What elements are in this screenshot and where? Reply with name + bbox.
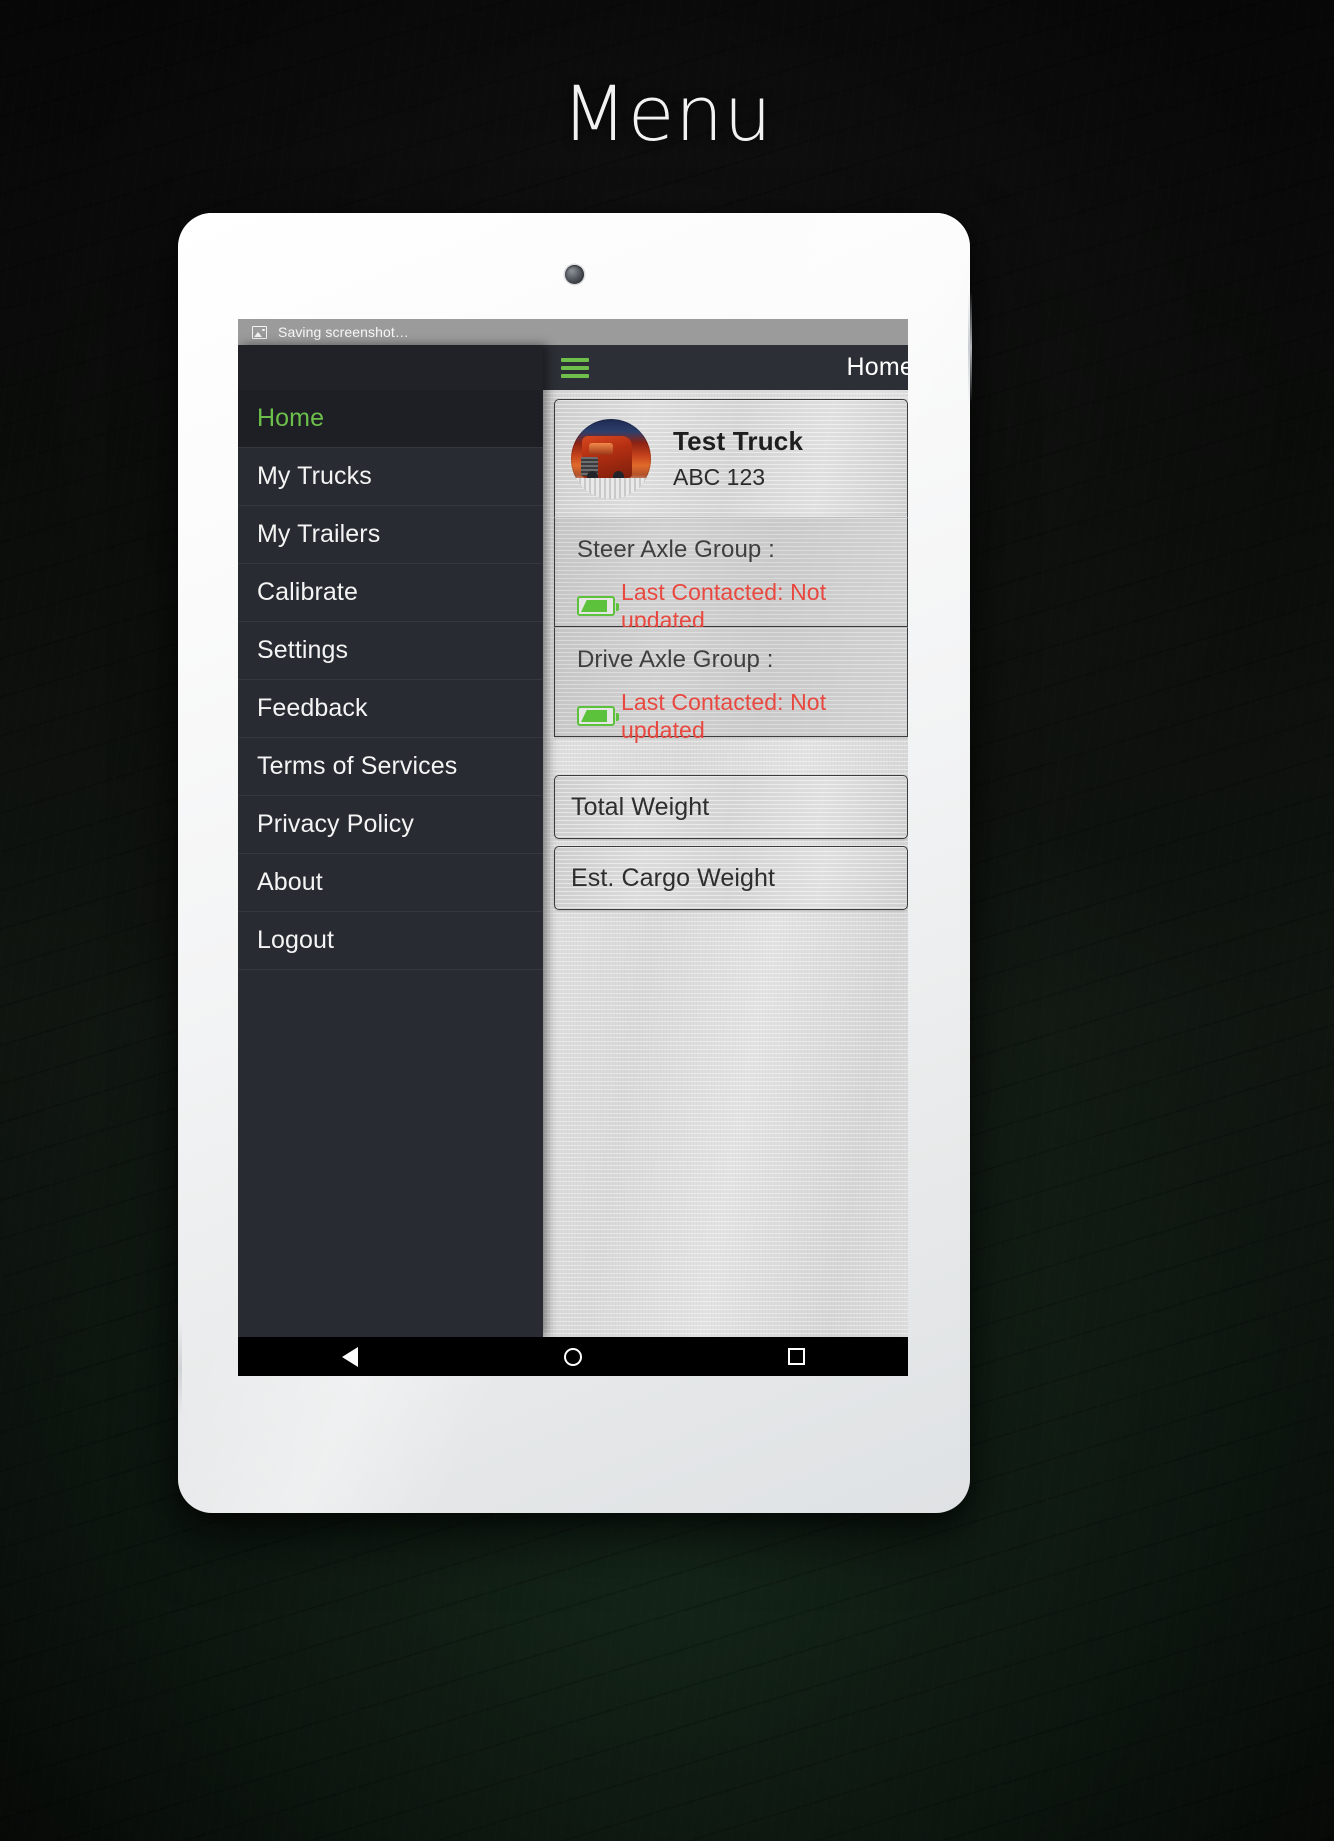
- back-triangle-icon: [341, 1346, 358, 1367]
- total-weight-card[interactable]: Total Weight: [554, 775, 908, 839]
- battery-icon: [577, 596, 619, 616]
- truck-name: Test Truck: [673, 426, 804, 456]
- sidebar-item-calibrate[interactable]: Calibrate: [238, 564, 543, 622]
- app-body: Home My Trucks My Trailers Calibrate Set…: [238, 345, 908, 1337]
- content-scroll-area: Test Truck ABC 123 Steer Axle Group : La…: [543, 390, 908, 1337]
- axle-status-line: Last Contacted: Not updated: [577, 578, 907, 634]
- truck-plate-number: ABC 123: [673, 464, 766, 490]
- drive-axle-group-row[interactable]: Drive Axle Group : Last Contacted: Not u…: [554, 627, 908, 743]
- navigation-drawer: Home My Trucks My Trailers Calibrate Set…: [238, 345, 543, 1337]
- sidebar-item-label: Privacy Policy: [257, 810, 414, 838]
- app-toolbar: Home: [543, 345, 908, 390]
- battery-fill: [581, 600, 607, 612]
- sidebar-item-logout[interactable]: Logout: [238, 912, 543, 970]
- sidebar-item-label: My Trailers: [257, 520, 381, 548]
- sidebar-item-label: Logout: [257, 926, 335, 954]
- sidebar-item-terms-of-services[interactable]: Terms of Services: [238, 738, 543, 796]
- sidebar-item-label: My Trucks: [257, 462, 372, 490]
- status-bar-text: Saving screenshot…: [278, 324, 409, 340]
- front-camera-icon: [565, 265, 584, 284]
- sidebar-item-label: Calibrate: [257, 578, 358, 606]
- sidebar-item-label: Home: [257, 404, 325, 432]
- est-cargo-weight-card[interactable]: Est. Cargo Weight: [554, 846, 908, 910]
- hamburger-bar: [561, 373, 589, 378]
- battery-fill: [581, 710, 607, 722]
- image-icon: [252, 325, 267, 339]
- recents-square-icon: [787, 1348, 805, 1365]
- device-side-notch-left: [178, 1321, 182, 1417]
- axle-last-contacted-status: Last Contacted: Not updated: [621, 689, 827, 743]
- sidebar-item-feedback[interactable]: Feedback: [238, 680, 543, 738]
- tablet-device-frame: Saving screenshot… Home My Trucks My Tra…: [178, 213, 972, 1513]
- sidebar-item-my-trucks[interactable]: My Trucks: [238, 448, 543, 506]
- drawer-empty-area: [238, 970, 543, 1322]
- sidebar-item-label: Settings: [257, 636, 349, 664]
- sidebar-item-home[interactable]: Home: [238, 390, 543, 448]
- sidebar-item-my-trailers[interactable]: My Trailers: [238, 506, 543, 564]
- sidebar-item-label: Feedback: [257, 694, 368, 722]
- sidebar-item-label: About: [257, 868, 323, 896]
- truck-road-shape: [571, 477, 651, 499]
- truck-meta: Test Truck ABC 123: [673, 425, 803, 492]
- nav-recents-button[interactable]: [766, 1337, 826, 1376]
- sidebar-item-settings[interactable]: Settings: [238, 622, 543, 680]
- hamburger-bar: [561, 357, 589, 362]
- sidebar-item-privacy-policy[interactable]: Privacy Policy: [238, 796, 543, 854]
- page-title: Menu: [561, 69, 773, 158]
- battery-icon: [577, 706, 619, 726]
- est-cargo-weight-label: Est. Cargo Weight: [571, 863, 776, 892]
- axle-group-title: Drive Axle Group :: [577, 646, 774, 673]
- tablet-screen: Saving screenshot… Home My Trucks My Tra…: [238, 319, 908, 1376]
- axle-group-title: Steer Axle Group :: [577, 536, 775, 563]
- nav-home-button[interactable]: [543, 1337, 603, 1376]
- total-weight-label: Total Weight: [571, 792, 710, 821]
- main-content: Home Test Truck ABC 123 Steer Axle Group…: [543, 345, 908, 1337]
- drawer-header-spacer: [238, 345, 543, 390]
- home-circle-icon: [563, 1347, 582, 1366]
- android-navigation-bar: [238, 1337, 908, 1376]
- sidebar-item-label: Terms of Services: [257, 752, 458, 780]
- device-side-notch: [968, 291, 972, 403]
- sidebar-item-about[interactable]: About: [238, 854, 543, 912]
- android-status-bar: Saving screenshot…: [238, 319, 908, 345]
- truck-windshield-shape: [588, 442, 613, 456]
- truck-summary-card[interactable]: Test Truck ABC 123: [554, 399, 908, 517]
- steer-axle-group-row[interactable]: Steer Axle Group : Last Contacted: Not u…: [554, 517, 908, 633]
- axle-last-contacted-status: Last Contacted: Not updated: [621, 579, 827, 633]
- toolbar-title: Home: [846, 353, 909, 381]
- truck-photo-icon: [571, 418, 651, 499]
- hamburger-menu-icon[interactable]: [561, 357, 589, 378]
- hamburger-bar: [561, 365, 589, 370]
- axle-status-line: Last Contacted: Not updated: [577, 688, 907, 744]
- nav-back-button[interactable]: [320, 1337, 380, 1376]
